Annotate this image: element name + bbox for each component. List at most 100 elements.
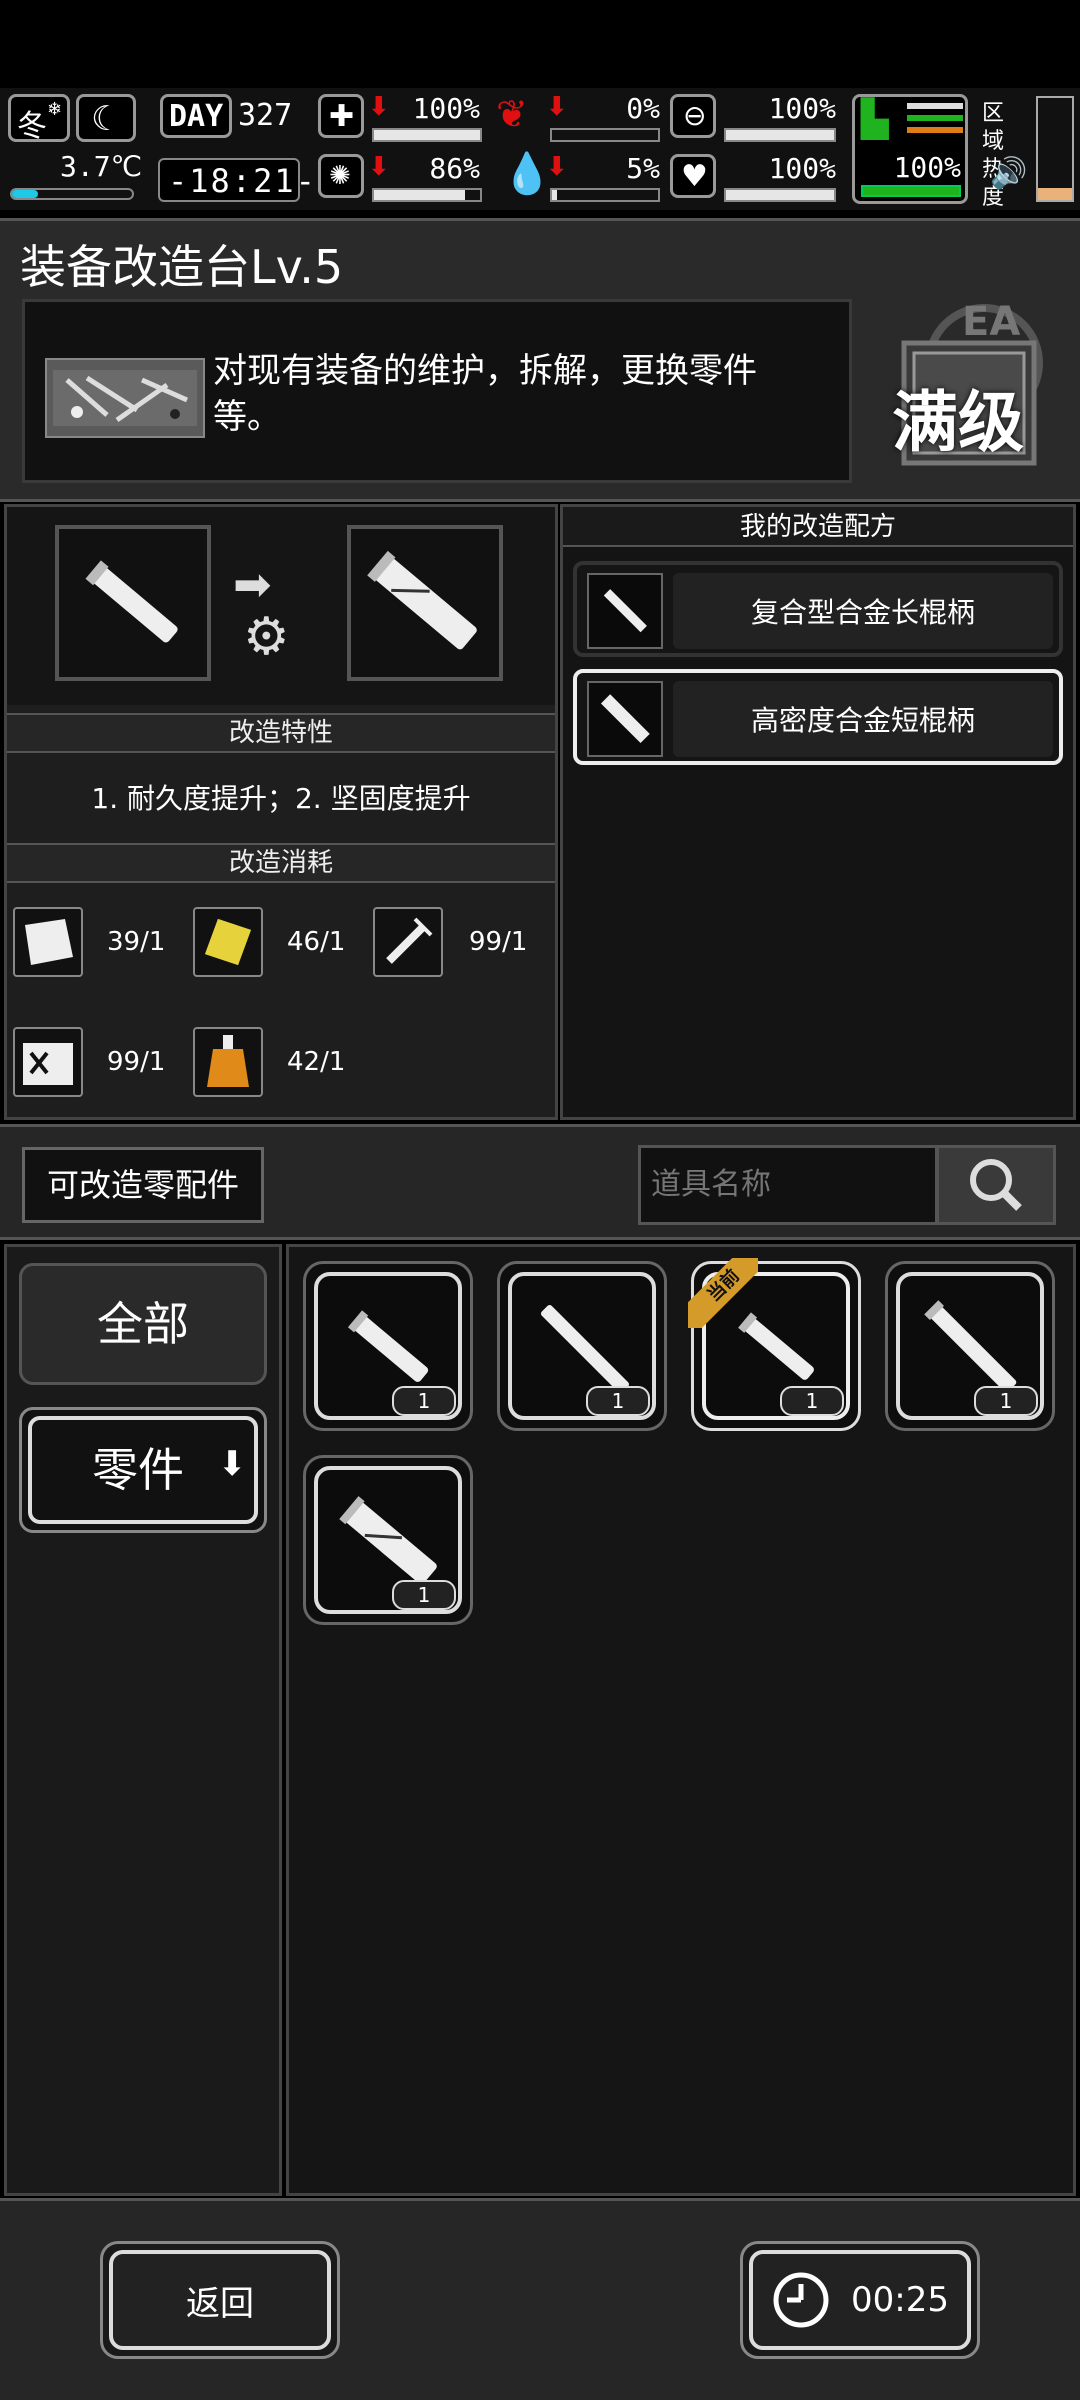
health-value: 100% [412, 92, 480, 125]
item-quantity: 1 [586, 1386, 650, 1416]
battery-box-icon [13, 1027, 83, 1097]
part-item[interactable]: 1 [303, 1455, 473, 1625]
workbench-tools-image [45, 358, 205, 438]
workbench-description: 对现有装备的维护，拆解，更换零件等。 [213, 351, 757, 437]
item-quantity: 1 [974, 1386, 1038, 1416]
timer-value: 00:25 [851, 2280, 949, 2320]
current-tag-label: 当前 [688, 1258, 758, 1328]
temperature-bar [10, 188, 134, 200]
cost-header: 改造消耗 [7, 843, 555, 883]
clock-icon [773, 2272, 829, 2328]
badge-letters: EA [962, 299, 1021, 345]
arrow-right-icon: ➡ [233, 557, 272, 611]
flask-icon [193, 1027, 263, 1097]
traits-header: 改造特性 [7, 713, 555, 753]
max-level-label: 满级 [892, 384, 1024, 461]
stomach-bar [550, 128, 660, 142]
clock-box: -18:21- [158, 158, 315, 202]
part-item-current[interactable]: 当前 1 [688, 1258, 861, 1431]
heart-icon: ♥ [670, 154, 716, 198]
item-quantity: 1 [392, 1580, 456, 1610]
heart-value: 100% [768, 152, 836, 185]
source-part-slot[interactable] [55, 525, 211, 681]
footer-bar: 返回 00:25 [0, 2198, 1080, 2400]
handle-icon [85, 560, 178, 643]
recipe-item-selected[interactable]: 高密度合金短棍柄 [573, 669, 1063, 765]
status-hud: 冬 ❄ ☾ 3.7℃ DAY 327 -18:21- ✚ ⬇ 100% ✺ ⬇ … [0, 88, 1080, 210]
snow-icon: ❄ [47, 99, 63, 120]
item-quantity: 1 [392, 1386, 456, 1416]
page-title: 装备改造台Lv.5 [20, 240, 344, 294]
arrow-down-icon: ⬇ [218, 1444, 247, 1484]
workbench-header: 装备改造台Lv.5 对现有装备的维护，拆解，更换零件等。 EA 满级 [0, 218, 1080, 502]
recipe-item[interactable]: 复合型合金长棍柄 [573, 561, 1063, 657]
stomach-icon: ❦ [496, 92, 528, 136]
brain-bar [372, 188, 482, 202]
health-bar [372, 128, 482, 142]
tab-all[interactable]: 全部 [19, 1263, 267, 1385]
mask-icon: ⊖ [670, 94, 716, 138]
recipes-panel: 我的改造配方 复合型合金长棍柄 高密度合金短棍柄 [560, 504, 1076, 1120]
recipe-label: 复合型合金长棍柄 [673, 573, 1053, 649]
mask-value: 100% [768, 92, 836, 125]
mask-bar [724, 128, 836, 142]
modifiable-parts-label: 可改造零配件 [22, 1147, 264, 1223]
timer-button[interactable]: 00:25 [740, 2241, 980, 2359]
tab-parts-label: 零件 [92, 1443, 184, 1497]
stomach-value: 0% [626, 92, 660, 125]
cost-cloth-value: 39/1 [107, 927, 166, 957]
cost-flask-value: 42/1 [287, 1047, 346, 1077]
brain-icon: ✺ [318, 154, 364, 198]
tab-all-label: 全部 [97, 1297, 189, 1351]
back-button[interactable]: 返回 [100, 2241, 340, 2359]
search-input[interactable] [638, 1145, 938, 1225]
cost-gold-plate-value: 46/1 [287, 927, 346, 957]
cloth-icon [13, 907, 83, 977]
parts-grid: 1 1 当前 1 1 1 [286, 1244, 1076, 2196]
category-sidebar: 全部 零件 ⬇ [4, 1244, 282, 2196]
gear-icon: ⚙ [243, 607, 290, 667]
day-box: DAY [160, 94, 232, 138]
recipe-handle-icon [587, 681, 663, 757]
part-item[interactable]: 1 [497, 1261, 667, 1431]
moon-icon: ☾ [91, 99, 122, 139]
transform-area: ➡ ⚙ [7, 507, 555, 705]
parts-toolbar: 可改造零配件 [0, 1124, 1080, 1240]
workbench-description-box: 对现有装备的维护，拆解，更换零件等。 [22, 299, 852, 483]
brain-value: 86% [429, 152, 480, 185]
modify-panel: ➡ ⚙ 改造特性 1. 耐久度提升；2. 坚固度提升 改造消耗 39/1 46/… [4, 504, 558, 1120]
max-level-badge: EA 满级 [884, 299, 1054, 473]
moon-box: ☾ [76, 94, 136, 142]
recipe-label: 高密度合金短棍柄 [673, 681, 1053, 757]
traits-text: 1. 耐久度提升；2. 坚固度提升 [91, 782, 471, 815]
item-quantity: 1 [780, 1386, 844, 1416]
upgraded-handle-icon [367, 550, 477, 650]
blood-bar [550, 188, 660, 202]
part-item[interactable]: 1 [303, 1261, 473, 1431]
cost-syringe-value: 99/1 [469, 927, 528, 957]
gold-plate-icon [193, 907, 263, 977]
medkit-icon: ✚ [318, 94, 364, 138]
syringe-icon [373, 907, 443, 977]
boot-icon: ▙ [861, 99, 889, 140]
season-box: 冬 ❄ [8, 94, 70, 144]
temperature-value: 3.7℃ [60, 150, 143, 183]
search-icon [970, 1159, 1022, 1211]
day-number: 327 [238, 98, 293, 133]
recipes-header: 我的改造配方 [563, 507, 1073, 547]
result-part-slot[interactable] [347, 525, 503, 681]
cost-battery-box-value: 99/1 [107, 1047, 166, 1077]
speaker-icon[interactable]: 🔊 [990, 156, 1027, 191]
part-item[interactable]: 1 [885, 1261, 1055, 1431]
back-button-label: 返回 [186, 2283, 254, 2324]
search-button[interactable] [936, 1145, 1056, 1225]
stamina-bar [861, 185, 961, 197]
day-label: DAY [169, 99, 224, 134]
blood-drop-icon: 💧 [502, 151, 552, 197]
heart-bar [724, 188, 836, 202]
tab-parts[interactable]: 零件 ⬇ [19, 1407, 267, 1533]
current-tag: 当前 [688, 1258, 758, 1328]
stamina-box: ▙ 100% [852, 94, 968, 204]
season-label: 冬 [17, 109, 47, 144]
recipe-handle-icon [587, 573, 663, 649]
